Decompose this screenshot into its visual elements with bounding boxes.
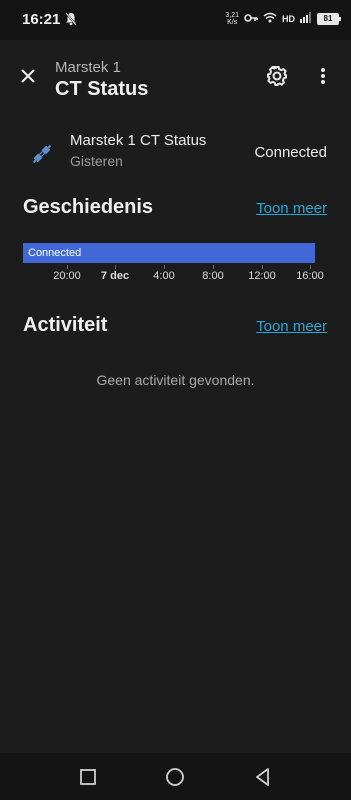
back-button[interactable] — [252, 766, 274, 788]
axis-label: 12:00 — [248, 270, 276, 282]
wifi-icon — [263, 10, 277, 28]
recents-square-icon — [80, 769, 96, 785]
screen: 16:21 3,21 K/s HD 81 Marstek 1 CT Status… — [0, 0, 351, 800]
axis-label: 7 dec — [100, 270, 130, 282]
network-type: HD — [282, 14, 295, 24]
axis-tick — [310, 265, 311, 269]
last-changed: Gisteren — [70, 153, 123, 169]
activity-more-link[interactable]: Toon meer — [256, 318, 327, 335]
home-button[interactable] — [164, 766, 186, 788]
close-icon — [21, 69, 35, 83]
system-nav-bar — [0, 753, 351, 800]
history-time-axis: 20:00 7 dec 4:00 8:00 12:00 16:00 — [0, 265, 351, 285]
axis-label: 20:00 — [53, 270, 81, 282]
status-icons: 3,21 K/s HD 81 — [225, 10, 341, 28]
dialog-header: Marstek 1 CT Status — [0, 40, 351, 112]
vpn-key-icon — [244, 10, 258, 28]
signal-icon — [300, 10, 312, 28]
axis-label: 16:00 — [296, 270, 324, 282]
axis-tick — [164, 265, 165, 269]
network-speed: 3,21 K/s — [225, 12, 239, 26]
home-circle-icon — [166, 768, 184, 786]
axis-tick — [262, 265, 263, 269]
more-vert-icon — [321, 68, 325, 84]
settings-button[interactable] — [263, 62, 291, 90]
gear-icon — [267, 66, 287, 86]
recents-button[interactable] — [77, 766, 99, 788]
page-title: CT Status — [55, 78, 149, 100]
more-options-button[interactable] — [311, 62, 335, 90]
entity-state: Connected — [254, 144, 327, 161]
plug-connected-icon — [28, 140, 56, 168]
battery-indicator: 81 — [317, 13, 341, 25]
activity-title: Activiteit — [23, 314, 108, 336]
history-timeline-bar[interactable]: Connected — [23, 243, 315, 263]
clock: 16:21 — [22, 11, 61, 28]
history-more-link[interactable]: Toon meer — [256, 200, 327, 217]
history-title: Geschiedenis — [23, 196, 154, 218]
close-button[interactable] — [14, 62, 42, 90]
axis-label: 8:00 — [202, 270, 224, 282]
entity-name: Marstek 1 CT Status — [70, 132, 207, 149]
axis-tick — [115, 265, 116, 269]
entity-row[interactable]: Marstek 1 CT Status Gisteren Connected — [0, 125, 351, 181]
axis-label: 4:00 — [153, 270, 175, 282]
back-triangle-icon — [256, 768, 269, 786]
activity-empty-message: Geen activiteit gevonden. — [96, 372, 255, 388]
muted-bell-icon — [65, 12, 77, 31]
axis-tick — [67, 265, 68, 269]
axis-tick — [213, 265, 214, 269]
status-bar: 16:21 3,21 K/s HD 81 — [0, 0, 351, 40]
device-name: Marstek 1 — [55, 59, 121, 76]
